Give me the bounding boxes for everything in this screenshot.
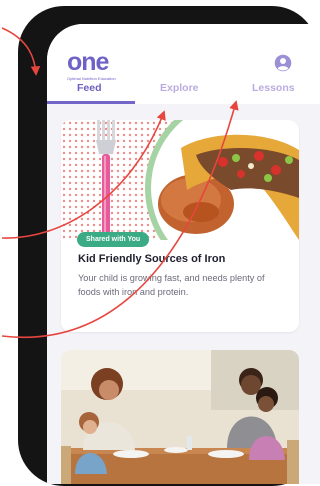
feed-card[interactable]: Shared with You Kid Friendly Sources of … — [61, 120, 299, 332]
card-description: Your child is growing fast, and needs pl… — [78, 273, 265, 297]
card-title[interactable]: Kid Friendly Sources of Iron — [78, 253, 225, 265]
tab-lessons[interactable]: Lessons — [252, 82, 295, 94]
shared-badge: Shared with You — [77, 232, 150, 247]
tab-feed[interactable]: Feed — [77, 82, 102, 94]
active-tab-indicator — [47, 101, 135, 104]
feed-card-family[interactable] — [61, 350, 299, 484]
family-dinner-image — [61, 350, 299, 484]
phone-frame: one Optimal Nutrition Education Feed Exp… — [18, 6, 320, 486]
logo-subtitle: Optimal Nutrition Education — [67, 76, 116, 81]
logo-word: one — [67, 48, 109, 76]
app-screen: one Optimal Nutrition Education Feed Exp… — [47, 24, 320, 484]
tab-explore[interactable]: Explore — [160, 82, 199, 94]
app-header: one Optimal Nutrition Education Feed Exp… — [47, 24, 320, 104]
tacos-image — [61, 120, 299, 240]
profile-icon[interactable] — [274, 54, 292, 72]
